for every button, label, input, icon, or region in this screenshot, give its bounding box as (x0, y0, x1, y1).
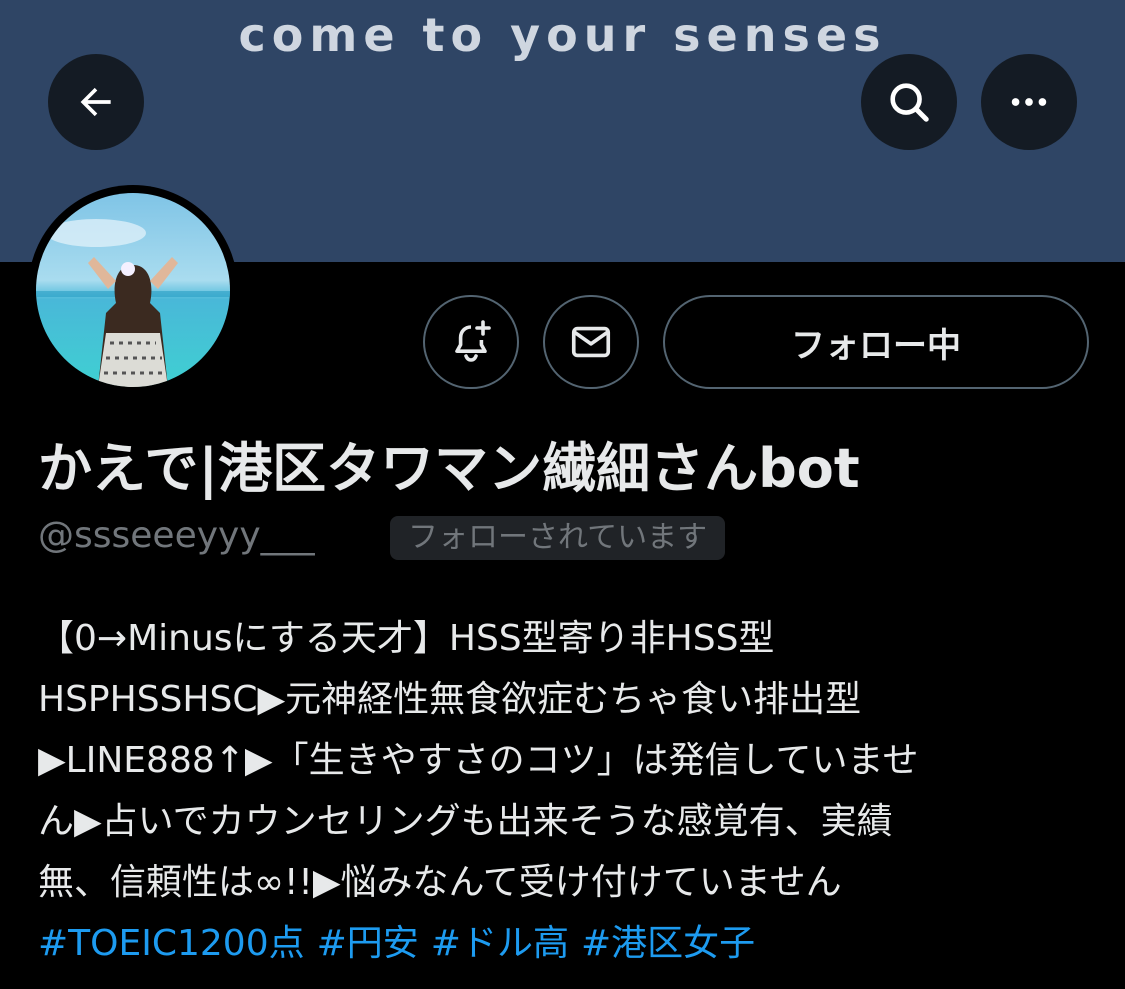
display-name: かえで|港区タワマン繊細さんbot (38, 437, 860, 500)
follows-you-badge: フォローされています (390, 516, 726, 560)
avatar[interactable] (28, 185, 238, 395)
hashtag-list: #TOEIC1200点 #円安 #ドル高 #港区女子 (38, 913, 1098, 974)
bio-line: 無、信頼性は∞!!▶悩みなんて受け付けていません (38, 862, 842, 903)
following-button[interactable]: フォロー中 (663, 295, 1089, 389)
back-button[interactable] (48, 54, 144, 150)
hashtag-link[interactable]: #円安 (317, 923, 419, 964)
profile-bio: 【0→Minusにする天才】HSS型寄り非HSS型 HSPHSSHSC▶元神経性… (38, 608, 1098, 974)
banner-text: come to your senses (238, 8, 887, 62)
search-button[interactable] (861, 54, 957, 150)
hashtag-link[interactable]: #ドル高 (431, 923, 569, 964)
more-horizontal-icon (1011, 98, 1047, 106)
mail-icon (571, 326, 611, 358)
user-handle: @ssseeeyyy___ (38, 515, 315, 556)
arrow-left-icon (80, 87, 111, 117)
message-button[interactable] (543, 295, 639, 389)
following-label: フォロー中 (791, 325, 961, 366)
profile-page: come to your senses フォロー中 かえで|港区タワマン繊細さん… (0, 0, 1125, 989)
hashtag-link[interactable]: #TOEIC1200点 (38, 923, 305, 964)
notification-button[interactable] (423, 295, 519, 389)
avatar-image (36, 193, 230, 387)
bio-line: ▶LINE888↑▶「生きやすさのコツ」は発信していませ (38, 740, 919, 781)
hashtag-link[interactable]: #港区女子 (581, 923, 755, 964)
bio-line: HSPHSSHSC▶元神経性無食欲症むちゃ食い排出型 (38, 679, 862, 720)
search-icon (890, 83, 929, 122)
bio-line: 【0→Minusにする天才】HSS型寄り非HSS型 (38, 618, 775, 659)
bell-plus-icon (455, 320, 491, 362)
bio-line: ん▶占いでカウンセリングも出来そうな感覚有、実績 (38, 801, 893, 842)
more-button[interactable] (981, 54, 1077, 150)
